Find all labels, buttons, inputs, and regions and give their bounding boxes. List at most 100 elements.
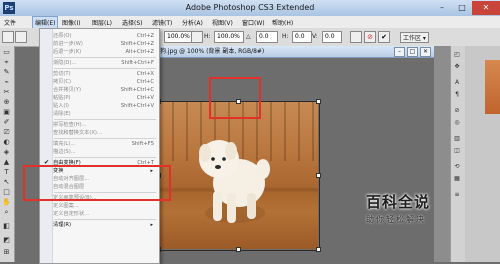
edit-menu-item-shortcut: Ctrl+X — [136, 71, 154, 77]
height-field[interactable]: 100.0% — [214, 31, 244, 43]
layer-comps-icon[interactable]: ▥ — [452, 134, 462, 143]
dodge-tool-icon[interactable]: ▲ — [2, 158, 11, 167]
brush-tool-icon[interactable]: ▣ — [2, 108, 11, 117]
edit-menu-item[interactable]: 定义自定形状... — [53, 210, 157, 218]
menu-separator — [54, 68, 156, 69]
menu-view[interactable]: 视图(V) — [212, 18, 233, 27]
history-icon[interactable]: ⟲ — [452, 162, 462, 171]
shape-tool-icon[interactable]: □ — [2, 188, 11, 197]
move-tool-icon[interactable]: ▭ — [2, 48, 11, 57]
workspace-dropdown[interactable]: 工作区 ▾ — [400, 32, 429, 43]
edit-menu-item-label: 渐隐(D)... — [53, 60, 77, 66]
quick-mask-icon[interactable]: ◩ — [2, 236, 11, 245]
menu-filter[interactable]: 滤镜(T) — [152, 18, 172, 27]
transform-handle[interactable] — [236, 247, 241, 252]
eraser-tool-icon[interactable]: ◐ — [2, 138, 11, 147]
edit-menu-item[interactable]: 拼写检查(H)... — [53, 121, 157, 129]
edit-menu-item[interactable]: 渐隐(D)... Shift+Ctrl+F — [53, 59, 157, 67]
commit-transform-icon[interactable]: ✔ — [378, 31, 390, 43]
skew-h-field[interactable]: 0.0 — [292, 31, 312, 43]
cancel-transform-icon[interactable]: ⊘ — [364, 31, 376, 43]
edit-menu-item[interactable]: 填充(L)... Shift+F5 — [53, 140, 157, 148]
gradient-tool-icon[interactable]: ◈ — [2, 148, 11, 157]
edit-menu-item-shortcut: Ctrl+Z — [136, 33, 154, 39]
document-close-button[interactable]: ✕ — [420, 47, 431, 57]
submenu-arrow-icon: ▸ — [150, 222, 153, 228]
reference-point-icon[interactable] — [15, 31, 27, 43]
zoom-tool-icon[interactable]: ⌕ — [2, 208, 11, 217]
angle-label: △ — [246, 33, 251, 40]
angle-field[interactable]: 0.0 — [256, 31, 278, 43]
edit-menu-item-shortcut: Ctrl+C — [136, 79, 154, 85]
marquee-tool-icon[interactable]: ⌖ — [2, 58, 11, 67]
maximize-button[interactable]: □ — [452, 1, 472, 15]
character-icon[interactable]: A — [452, 78, 462, 87]
edit-menu-item[interactable]: 清理(R) ▸ — [53, 221, 157, 229]
menu-image[interactable]: 图像(I) — [62, 18, 80, 27]
watermark: 百科全说 助你轻松解决 — [366, 191, 462, 225]
stamp-tool-icon[interactable]: ✐ — [2, 118, 11, 127]
edit-menu-item[interactable]: 定义图案... — [53, 202, 157, 210]
edit-menu-item[interactable]: 清除(E) — [53, 110, 157, 118]
brushes-icon[interactable]: ⊘ — [452, 106, 462, 115]
lasso-tool-icon[interactable]: ✎ — [2, 68, 11, 77]
menu-file[interactable]: 文件 — [4, 18, 16, 27]
document-minimize-button[interactable]: – — [394, 47, 405, 57]
transform-handle[interactable] — [316, 99, 321, 104]
edit-menu-item-label: 拷贝(C) — [53, 79, 72, 85]
menu-select[interactable]: 选择(S) — [122, 18, 143, 27]
hand-tool-icon[interactable]: ✋ — [2, 198, 11, 207]
transform-bounding-box[interactable] — [158, 101, 320, 251]
menu-window[interactable]: 窗口(W) — [242, 18, 265, 27]
history-brush-tool-icon[interactable]: ⎚ — [2, 128, 11, 137]
edit-menu-item[interactable]: 前进一步(W) Shift+Ctrl+Z — [53, 40, 157, 48]
close-button[interactable]: ✕ — [472, 1, 500, 15]
paragraph-icon[interactable]: ¶ — [452, 90, 462, 99]
edit-menu-item[interactable]: 后退一步(K) Alt+Ctrl+Z — [53, 48, 157, 56]
edit-menu-item[interactable]: 合并拷贝(Y) Shift+Ctrl+C — [53, 86, 157, 94]
navigator-icon[interactable]: ◰ — [452, 50, 462, 59]
color-swatch-icon[interactable]: ◧ — [2, 222, 11, 231]
edit-menu-item-label: 定义自定形状... — [53, 211, 90, 217]
healing-tool-icon[interactable]: ⊕ — [2, 98, 11, 107]
edit-menu-item-label: 还原(O) — [53, 33, 72, 39]
menu-analysis[interactable]: 分析(A) — [182, 18, 203, 27]
menu-help[interactable]: 帮助(H) — [272, 18, 293, 27]
edit-menu-item[interactable]: 描边(S)... — [53, 148, 157, 156]
edit-menu-item-shortcut: Shift+Ctrl+V — [120, 103, 154, 109]
type-tool-icon[interactable]: T — [2, 168, 11, 177]
edit-menu-item[interactable]: 还原(O) Ctrl+Z — [53, 32, 157, 40]
transform-tool-icon[interactable] — [2, 31, 14, 43]
magic-wand-tool-icon[interactable]: ⌁ — [2, 78, 11, 87]
edit-menu-item-label: 清理(R) — [53, 222, 72, 228]
edit-menu-item[interactable]: 贴入(I) Shift+Ctrl+V — [53, 102, 157, 110]
edit-menu-item[interactable]: 粘贴(P) Ctrl+V — [53, 94, 157, 102]
menu-layer[interactable]: 图层(L) — [92, 18, 112, 27]
minimize-button[interactable]: – — [432, 1, 452, 15]
info-icon[interactable]: ✥ — [452, 62, 462, 71]
warp-icon[interactable] — [350, 31, 362, 43]
transform-handle[interactable] — [316, 173, 321, 178]
edit-menu-item-label: 查找和替换文本(X)... — [53, 130, 102, 136]
width-field[interactable]: 100.0% — [164, 31, 194, 43]
menu-separator — [54, 138, 156, 139]
screen-mode-icon[interactable]: ⊞ — [2, 248, 11, 257]
edit-menu-item[interactable]: 查找和替换文本(X)... — [53, 129, 157, 137]
highlight-box-canvas-top — [209, 77, 261, 119]
edit-menu-item-label: 定义图案... — [53, 203, 79, 209]
transform-handle[interactable] — [316, 247, 321, 252]
channels-icon[interactable]: ◫ — [452, 146, 462, 155]
skew-v-field[interactable]: 0.0 — [322, 31, 342, 43]
edit-menu-item-shortcut: Ctrl+V — [136, 95, 154, 101]
crop-tool-icon[interactable]: ✂ — [2, 88, 11, 97]
edit-menu-item-shortcut: Alt+Ctrl+Z — [125, 49, 154, 55]
link-icon[interactable] — [191, 31, 203, 43]
edit-menu-item-label: 剪切(T) — [53, 71, 71, 77]
edit-menu-item[interactable]: 拷贝(C) Ctrl+C — [53, 78, 157, 86]
tool-presets-icon[interactable]: ◎ — [452, 118, 462, 127]
path-select-tool-icon[interactable]: ↖ — [2, 178, 11, 187]
swatches-icon[interactable]: ▦ — [452, 174, 462, 183]
document-maximize-button[interactable]: □ — [407, 47, 418, 57]
edit-menu-item[interactable]: 剪切(T) Ctrl+X — [53, 70, 157, 78]
edit-menu-item-shortcut: Shift+Ctrl+Z — [120, 41, 154, 47]
